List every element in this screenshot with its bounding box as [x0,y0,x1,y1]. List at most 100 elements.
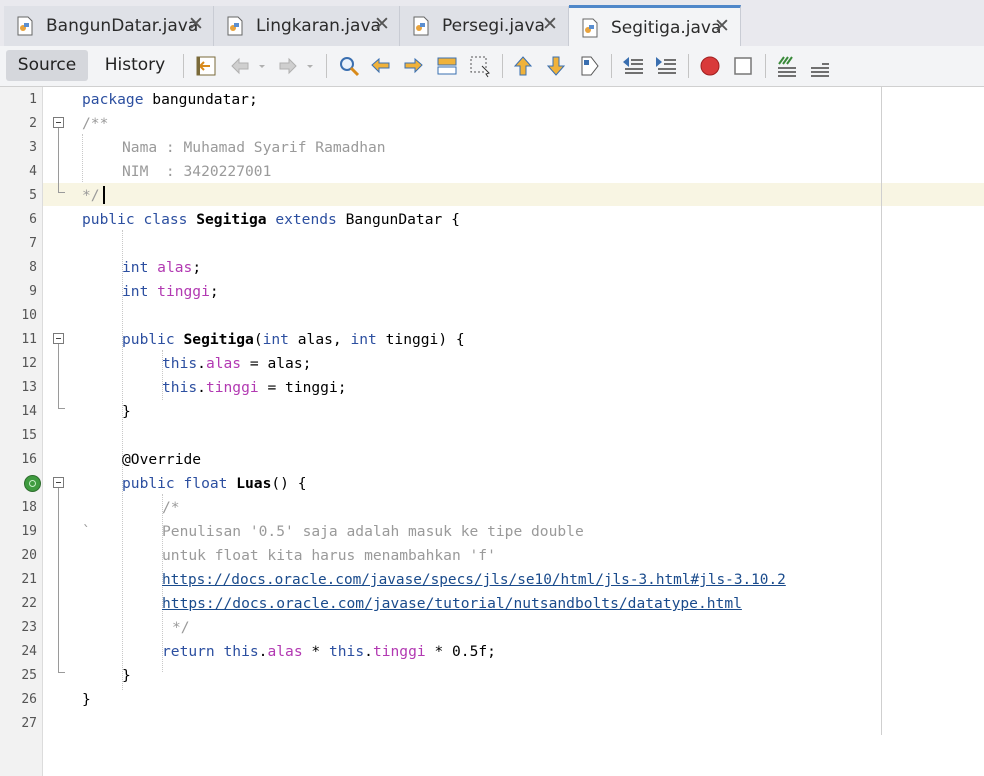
java-file-icon [17,16,33,36]
fold-guide [58,344,59,408]
code-line-6: public class Segitiga extends BangunData… [82,211,460,228]
find-next-icon[interactable] [401,54,425,78]
java-file-icon [227,16,243,36]
line-number: 22 [21,596,37,611]
chevron-down-icon[interactable] [304,54,316,78]
line-number: 18 [21,500,37,515]
toolbar-separator [611,54,612,78]
fold-guide [58,128,59,192]
editor-tab-bar: BangunDatar.java ✕ Lingkaran.java ✕ Pers… [0,0,984,46]
find-selection-icon[interactable] [435,54,459,78]
text-caret [103,186,105,204]
line-number: 7 [29,236,37,251]
line-number: 1 [29,92,37,107]
forward-icon[interactable] [276,54,300,78]
java-file-icon [413,16,429,36]
line-number: 20 [21,548,37,563]
shift-right-icon[interactable] [654,54,678,78]
back-icon[interactable] [228,54,252,78]
stop-macro-icon[interactable] [731,54,755,78]
code-line-18: /* [162,499,180,516]
line-number: 12 [21,356,37,371]
code-line-9: int tinggi; [122,283,219,300]
line-number: 27 [21,716,37,731]
toggle-bookmark-icon[interactable] [578,54,602,78]
code-line-14: } [122,403,131,420]
toolbar-separator [502,54,503,78]
previous-bookmark-icon[interactable] [511,54,535,78]
code-line-20: untuk float kita harus menambahkan 'f' [162,547,496,564]
line-number: 24 [21,644,37,659]
last-edit-icon[interactable] [194,54,218,78]
line-number: 3 [29,140,37,155]
line-number: 13 [21,380,37,395]
line-number: 14 [21,404,37,419]
right-margin-guide [881,87,882,735]
override-annotation-icon[interactable] [24,475,41,492]
code-line-8: int alas; [122,259,202,276]
line-number: 23 [21,620,37,635]
code-line-17: public float Luas() { [122,475,307,492]
toolbar-separator [183,54,184,78]
code-line-23: */ [172,619,190,636]
tab-persegi[interactable]: Persegi.java ✕ [400,6,569,46]
line-number: 11 [21,332,37,347]
code-line-5: */ [82,187,100,204]
find-icon[interactable] [337,54,361,78]
line-number: 2 [29,116,37,131]
fold-guide [58,408,65,409]
uncomment-icon[interactable] [808,54,832,78]
code-line-12: this.alas = alas; [162,355,312,372]
tab-segitiga[interactable]: Segitiga.java ✕ [569,5,741,46]
fold-guide [58,672,65,673]
shift-left-icon[interactable] [621,54,645,78]
fold-guide [58,192,65,193]
line-number: 9 [29,284,37,299]
history-button[interactable]: History [98,50,172,81]
next-bookmark-icon[interactable] [544,54,568,78]
source-button[interactable]: Source [6,50,88,81]
close-icon[interactable]: ✕ [542,14,558,34]
code-line-19-tick: ` [82,523,91,540]
line-number: 15 [21,428,37,443]
close-icon[interactable]: ✕ [374,14,390,34]
fold-toggle-icon[interactable] [53,477,64,488]
code-line-25: } [122,667,131,684]
line-number: 6 [29,212,37,227]
code-line-1: package bangundatar; [82,91,258,108]
line-number: 25 [21,668,37,683]
toolbar-separator [326,54,327,78]
code-line-4: NIM : 3420227001 [122,163,272,180]
line-number: 19 [21,524,37,539]
java-file-icon [582,18,598,38]
code-line-13: this.tinggi = tinggi; [162,379,347,396]
line-number: 10 [21,308,37,323]
fold-toggle-icon[interactable] [53,333,64,344]
code-line-16: @Override [122,451,202,468]
toggle-highlight-icon[interactable] [468,54,492,78]
close-icon[interactable]: ✕ [714,16,730,36]
tab-lingkaran[interactable]: Lingkaran.java ✕ [214,6,400,46]
line-number: 16 [21,452,37,467]
indent-guide [82,134,83,182]
code-line-24: return this.alas * this.tinggi * 0.5f; [162,643,496,660]
line-number: 8 [29,260,37,275]
fold-guide [58,488,59,672]
chevron-down-icon[interactable] [256,54,268,78]
line-number: 5 [29,188,37,203]
comment-link[interactable]: https://docs.oracle.com/javase/specs/jls… [162,568,786,592]
close-icon[interactable]: ✕ [188,14,204,34]
line-number: 26 [21,692,37,707]
comment-link[interactable]: https://docs.oracle.com/javase/tutorial/… [162,592,742,616]
fold-toggle-icon[interactable] [53,117,64,128]
tab-label: Segitiga.java [611,18,722,38]
comment-icon[interactable] [775,54,799,78]
tab-label: Persegi.java [442,16,545,36]
tab-bangundatar[interactable]: BangunDatar.java ✕ [4,6,214,46]
editor-toolbar: Source History [0,46,984,87]
toolbar-separator [765,54,766,78]
start-macro-icon[interactable] [698,54,722,78]
current-line-highlight [43,183,984,206]
find-previous-icon[interactable] [369,54,393,78]
line-number: 4 [29,164,37,179]
